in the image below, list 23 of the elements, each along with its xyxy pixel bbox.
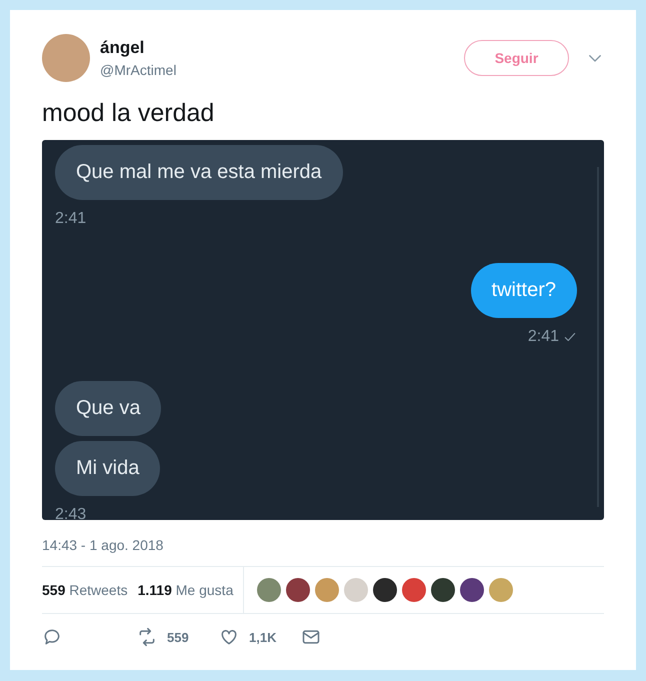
message-time: 2:43 bbox=[55, 506, 86, 524]
retweet-icon[interactable] bbox=[137, 627, 157, 647]
heart-icon[interactable] bbox=[219, 627, 239, 647]
message-bubble: Mi vida bbox=[55, 441, 160, 496]
message-time: 2:41 bbox=[55, 210, 86, 228]
stat-link[interactable]: 1.119 Me gusta bbox=[138, 582, 234, 598]
avatar-photo-placeholder bbox=[42, 34, 90, 82]
action-count: 1,1K bbox=[249, 630, 276, 644]
author-name[interactable]: ángel bbox=[100, 38, 464, 58]
tweet-text: mood la verdad bbox=[42, 98, 216, 128]
message-bubble: Que mal me va esta mierda bbox=[55, 145, 343, 200]
liker-avatar[interactable] bbox=[286, 578, 310, 602]
message-time: 2:41 bbox=[528, 328, 559, 346]
message-bubble: Que va bbox=[55, 381, 162, 436]
message-bubble: twitter? bbox=[470, 263, 577, 318]
action-count: 559 bbox=[167, 630, 189, 644]
tweet-date: 14:43 - 1 ago. 2018 bbox=[42, 537, 164, 553]
author-handle[interactable]: @MrActimel bbox=[100, 62, 464, 78]
liker-avatar[interactable] bbox=[431, 578, 456, 602]
stat-link[interactable]: 559 Retweets bbox=[42, 582, 128, 598]
speech-bubble-icon[interactable] bbox=[42, 627, 62, 647]
liker-avatar[interactable] bbox=[373, 578, 398, 602]
liker-avatar[interactable] bbox=[460, 578, 484, 602]
